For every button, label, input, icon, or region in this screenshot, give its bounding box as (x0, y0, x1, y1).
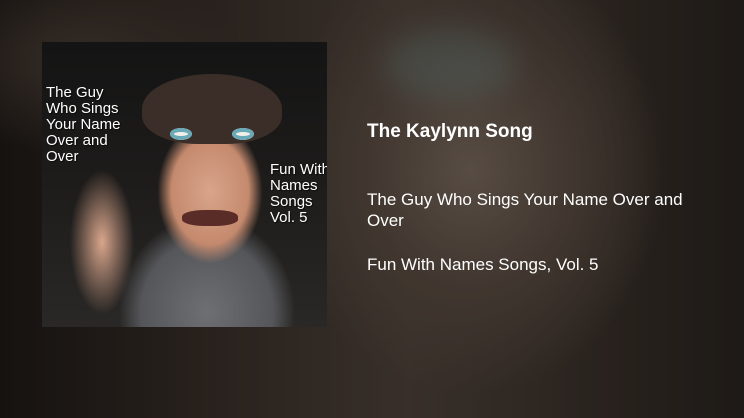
artist-name: The Guy Who Sings Your Name Over and Ove… (367, 190, 683, 230)
cover-album-line: Songs (270, 193, 313, 210)
cover-album-line: Fun With (270, 161, 327, 178)
song-title: The Kaylynn Song (367, 121, 533, 142)
cover-artist-text: The Guy Who Sings Your Name Over and Ove… (46, 85, 146, 165)
cover-artist-line: Over and (46, 132, 108, 149)
cover-album-text: Fun With Names Songs Vol. 5 (270, 162, 327, 226)
cover-album-line: Names (270, 177, 318, 194)
cover-photo-eye (170, 128, 192, 140)
cover-photo-hair (142, 74, 282, 144)
cover-photo-mouth (182, 210, 238, 226)
cover-artist-line: Over (46, 148, 79, 165)
cover-artist-line: Your Name (46, 116, 121, 133)
cover-artist-line: Who Sings (46, 100, 119, 117)
album-cover: The Guy Who Sings Your Name Over and Ove… (42, 42, 327, 327)
cover-album-line: Vol. 5 (270, 209, 308, 226)
album-name: Fun With Names Songs, Vol. 5 (367, 255, 599, 274)
cover-artist-line: The Guy (46, 84, 104, 101)
track-info: The Kaylynn Song The Guy Who Sings Your … (367, 120, 707, 275)
cover-photo-eye (232, 128, 254, 140)
